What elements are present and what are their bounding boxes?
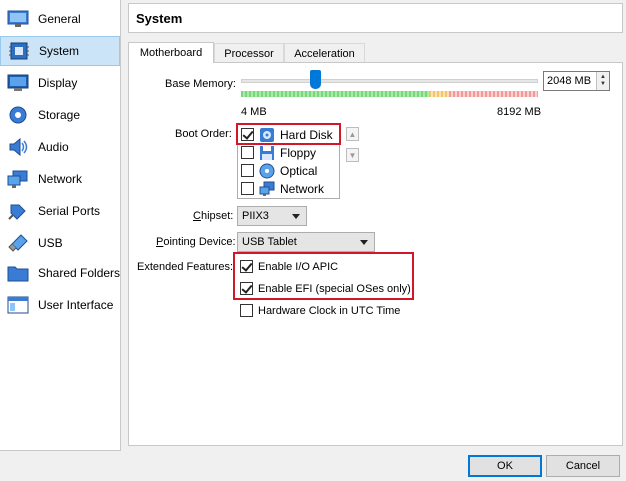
tab-acceleration[interactable]: Acceleration xyxy=(284,43,365,63)
list-item[interactable]: Floppy xyxy=(241,144,339,161)
boot-order-label: Boot Order: xyxy=(175,128,232,140)
sidebar-item-label: Display xyxy=(38,76,78,90)
spin-arrows[interactable]: ▲ ▼ xyxy=(596,72,609,90)
io-apic-label[interactable]: Enable I/O APIC xyxy=(258,261,338,273)
boot-order-list[interactable]: Hard Disk Floppy Optical Network xyxy=(237,123,340,199)
chevron-down-icon xyxy=(360,240,368,245)
ok-button[interactable]: OK xyxy=(468,455,542,477)
move-down-button[interactable]: ▼ xyxy=(346,148,359,162)
usb-icon xyxy=(6,232,30,254)
arrow-down-icon: ▼ xyxy=(348,150,357,160)
base-memory-slider-track[interactable] xyxy=(241,79,538,83)
optical-disc-icon xyxy=(259,163,275,179)
sidebar-item-usb[interactable]: USB xyxy=(0,228,120,258)
boot-item-label: Hard Disk xyxy=(280,127,333,142)
chipset-dropdown[interactable]: PIIX3 xyxy=(237,206,307,226)
sidebar-item-display[interactable]: Display xyxy=(0,68,120,98)
efi-row[interactable]: Enable EFI (special OSes only) xyxy=(240,282,411,295)
sidebar-item-shared-folders[interactable]: Shared Folders xyxy=(0,258,120,288)
window-icon xyxy=(6,294,30,316)
settings-sidebar: General System Display Storage Audio Net… xyxy=(0,0,121,451)
chipset-label: Chipset: xyxy=(193,210,234,222)
network-icon xyxy=(6,168,30,190)
floppy-icon xyxy=(259,145,275,161)
io-apic-row[interactable]: Enable I/O APIC xyxy=(240,260,338,273)
chipset-value: PIIX3 xyxy=(242,210,269,222)
sidebar-item-label: Shared Folders xyxy=(38,266,121,280)
chevron-up-icon: ▲ xyxy=(600,74,606,80)
base-memory-slider-thumb[interactable] xyxy=(309,70,321,89)
sidebar-item-label: Audio xyxy=(38,140,69,154)
sidebar-item-network[interactable]: Network xyxy=(0,164,120,194)
utc-checkbox[interactable] xyxy=(240,304,253,317)
pointing-device-value: USB Tablet xyxy=(242,236,297,248)
memory-range-indicator xyxy=(241,91,538,97)
display-icon xyxy=(6,72,30,94)
sidebar-item-label: USB xyxy=(38,236,63,250)
serial-plug-icon xyxy=(6,200,30,222)
cancel-button[interactable]: Cancel xyxy=(546,455,620,477)
boot-floppy-checkbox[interactable] xyxy=(241,146,254,159)
boot-item-label: Floppy xyxy=(280,145,317,160)
sidebar-item-label: Serial Ports xyxy=(38,204,101,218)
sidebar-item-label: User Interface xyxy=(38,298,114,312)
boot-item-label: Optical xyxy=(280,163,318,178)
boot-network-checkbox[interactable] xyxy=(241,182,254,195)
utc-row[interactable]: Hardware Clock in UTC Time xyxy=(240,304,400,317)
sidebar-item-label: System xyxy=(39,44,80,58)
tab-processor[interactable]: Processor xyxy=(214,43,284,63)
hard-disk-icon xyxy=(259,127,275,143)
utc-label[interactable]: Hardware Clock in UTC Time xyxy=(258,305,400,317)
network-icon xyxy=(259,181,275,197)
list-item[interactable]: Optical xyxy=(241,162,339,179)
list-item[interactable]: Network xyxy=(241,180,339,197)
base-memory-spinbox[interactable]: 2048 MB ▲ ▼ xyxy=(543,71,610,91)
pointing-device-dropdown[interactable]: USB Tablet xyxy=(237,232,375,252)
disk-icon xyxy=(6,104,30,126)
sidebar-item-audio[interactable]: Audio xyxy=(0,132,120,162)
sidebar-item-system[interactable]: System xyxy=(0,36,120,66)
folder-icon xyxy=(6,262,30,284)
sidebar-item-user-interface[interactable]: User Interface xyxy=(0,290,120,320)
tab-motherboard[interactable]: Motherboard xyxy=(128,42,214,63)
move-up-button[interactable]: ▲ xyxy=(346,127,359,141)
sidebar-item-general[interactable]: General xyxy=(0,4,120,34)
efi-label[interactable]: Enable EFI (special OSes only) xyxy=(258,283,411,295)
sidebar-item-label: General xyxy=(38,12,81,26)
sidebar-item-storage[interactable]: Storage xyxy=(0,100,120,130)
chevron-down-icon: ▼ xyxy=(600,81,606,87)
chevron-down-icon xyxy=(292,214,300,219)
boot-item-label: Network xyxy=(280,181,325,196)
monitor-icon xyxy=(6,8,30,30)
io-apic-checkbox[interactable] xyxy=(240,260,253,273)
extended-features-label: Extended Features: xyxy=(137,261,234,273)
memory-max-label: 8192 MB xyxy=(497,106,542,118)
page-title: System xyxy=(128,3,623,33)
arrow-up-icon: ▲ xyxy=(348,129,357,139)
boot-hard-disk-checkbox[interactable] xyxy=(241,128,254,141)
base-memory-value[interactable]: 2048 MB xyxy=(544,75,596,87)
boot-optical-checkbox[interactable] xyxy=(241,164,254,177)
motherboard-panel xyxy=(128,62,623,446)
memory-min-label: 4 MB xyxy=(241,106,267,118)
chip-icon xyxy=(7,40,31,62)
pointing-device-label: Pointing Device: xyxy=(156,236,236,248)
efi-checkbox[interactable] xyxy=(240,282,253,295)
sidebar-item-label: Network xyxy=(38,172,83,186)
speaker-icon xyxy=(6,136,30,158)
base-memory-label: Base Memory: xyxy=(165,78,236,90)
list-item[interactable]: Hard Disk xyxy=(241,126,339,143)
sidebar-item-serial-ports[interactable]: Serial Ports xyxy=(0,196,120,226)
sidebar-item-label: Storage xyxy=(38,108,81,122)
